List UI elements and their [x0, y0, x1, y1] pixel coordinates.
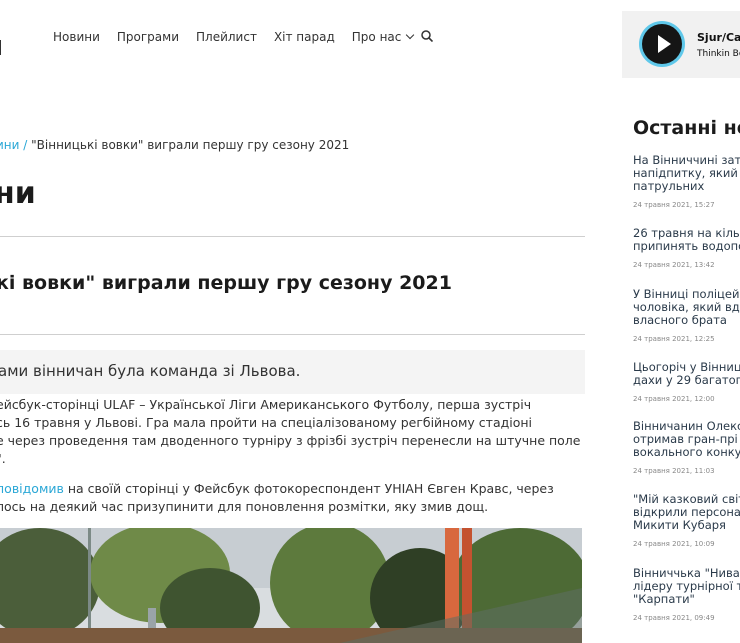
breadcrumb-parent-link[interactable]: ини [0, 138, 19, 152]
chevron-down-icon [406, 30, 415, 40]
news-item[interactable]: На Вінниччині зат напідпитку, який т пат… [633, 154, 740, 210]
paragraph-text: на своїй сторінці у Фейсбук фотокореспон… [63, 481, 554, 496]
main-nav: Новини Програми Плейлист Хіт парад Про н… [53, 30, 415, 44]
news-item[interactable]: Вінничанин Олекс отримав гран-прі вокаль… [633, 420, 740, 476]
news-item[interactable]: 26 травня на кільк припинять водопо 24 т… [633, 227, 740, 270]
paragraph-line: лось на деякий час призупинити для понов… [0, 499, 489, 514]
divider [0, 236, 585, 237]
news-date: 24 травня 2021, 09:49 [633, 614, 715, 622]
sidebar-heading: Останні но [633, 117, 740, 139]
paragraph-line: сь 16 травня у Львові. Гра мала пройти н… [0, 415, 533, 430]
news-title[interactable]: У Вінниці поліцей чоловіка, який вда вла… [633, 288, 740, 327]
article-title: кі вовки" виграли першу гру сезону 2021 [0, 272, 452, 294]
nav-item-news[interactable]: Новини [53, 30, 100, 44]
news-title[interactable]: На Вінниччині зат напідпитку, який т пат… [633, 154, 740, 193]
paragraph-line: ейсбук-сторінці ULAF – Української Ліги … [0, 397, 532, 412]
breadcrumb-separator: / [23, 138, 28, 152]
article-lead-text: ами вінничан була команда зі Львова. [0, 362, 301, 380]
news-item[interactable]: У Вінниці поліцей чоловіка, який вда вла… [633, 288, 740, 344]
news-title[interactable]: "Мій казковий світ відкрили персона Мики… [633, 493, 740, 532]
paragraph-line: е через проведення там дводенного турнір… [0, 433, 581, 448]
nav-item-about[interactable]: Про нас [351, 30, 415, 44]
player-track-artist: Thinkin Bo [697, 49, 740, 59]
nav-item-playlist[interactable]: Плейлист [196, 30, 257, 44]
news-date: 24 травня 2021, 10:09 [633, 540, 715, 548]
nav-item-programs[interactable]: Програми [117, 30, 179, 44]
logo-line-top: Р [0, 6, 3, 34]
paragraph-line: ". [0, 451, 6, 466]
play-button[interactable] [639, 21, 685, 67]
play-icon [658, 35, 671, 53]
nav-item-about-label: Про нас [351, 30, 402, 44]
news-date: 24 травня 2021, 12:00 [633, 395, 715, 403]
news-date: 24 травня 2021, 11:03 [633, 467, 715, 475]
news-title[interactable]: 26 травня на кільк припинять водопо [633, 227, 740, 253]
breadcrumb: ини / "Вінницькі вовки" виграли першу гр… [0, 138, 349, 152]
article-paragraph-2: повідомив на своїй сторінці у Фейсбук фо… [0, 480, 586, 516]
news-item[interactable]: Цьогоріч у Вінниці дахи у 29 багатопо 24… [633, 361, 740, 404]
news-title[interactable]: Вінниччька "Нива" лідеру турнірної т "Ка… [633, 567, 740, 606]
search-icon[interactable] [421, 30, 433, 42]
page-title: ни [0, 176, 36, 211]
article-paragraph-1: ейсбук-сторінці ULAF – Української Ліги … [0, 396, 586, 468]
news-date: 24 травня 2021, 13:42 [633, 261, 715, 269]
breadcrumb-current: "Вінницькі вовки" виграли першу гру сезо… [31, 138, 350, 152]
divider [0, 334, 585, 335]
article-photo [0, 528, 582, 643]
news-date: 24 травня 2021, 15:27 [633, 201, 715, 209]
news-item[interactable]: Вінниччька "Нива" лідеру турнірної т "Ка… [633, 567, 740, 623]
source-link[interactable]: повідомив [0, 481, 64, 496]
news-date: 24 травня 2021, 12:25 [633, 335, 715, 343]
player-track-title: Sjur/Cai [697, 31, 740, 44]
article-lead: ами вінничан була команда зі Львова. [0, 350, 585, 394]
news-title[interactable]: Цьогоріч у Вінниці дахи у 29 багатопо [633, 361, 740, 387]
logo-line-bottom: И [0, 34, 3, 62]
site-logo[interactable]: Р И [0, 6, 3, 62]
radio-player: Sjur/Cai Thinkin Bo [622, 11, 740, 78]
news-title[interactable]: Вінничанин Олекс отримав гран-прі вокаль… [633, 420, 740, 459]
news-item[interactable]: "Мій казковий світ відкрили персона Мики… [633, 493, 740, 549]
nav-item-hit-parade[interactable]: Хіт парад [274, 30, 335, 44]
